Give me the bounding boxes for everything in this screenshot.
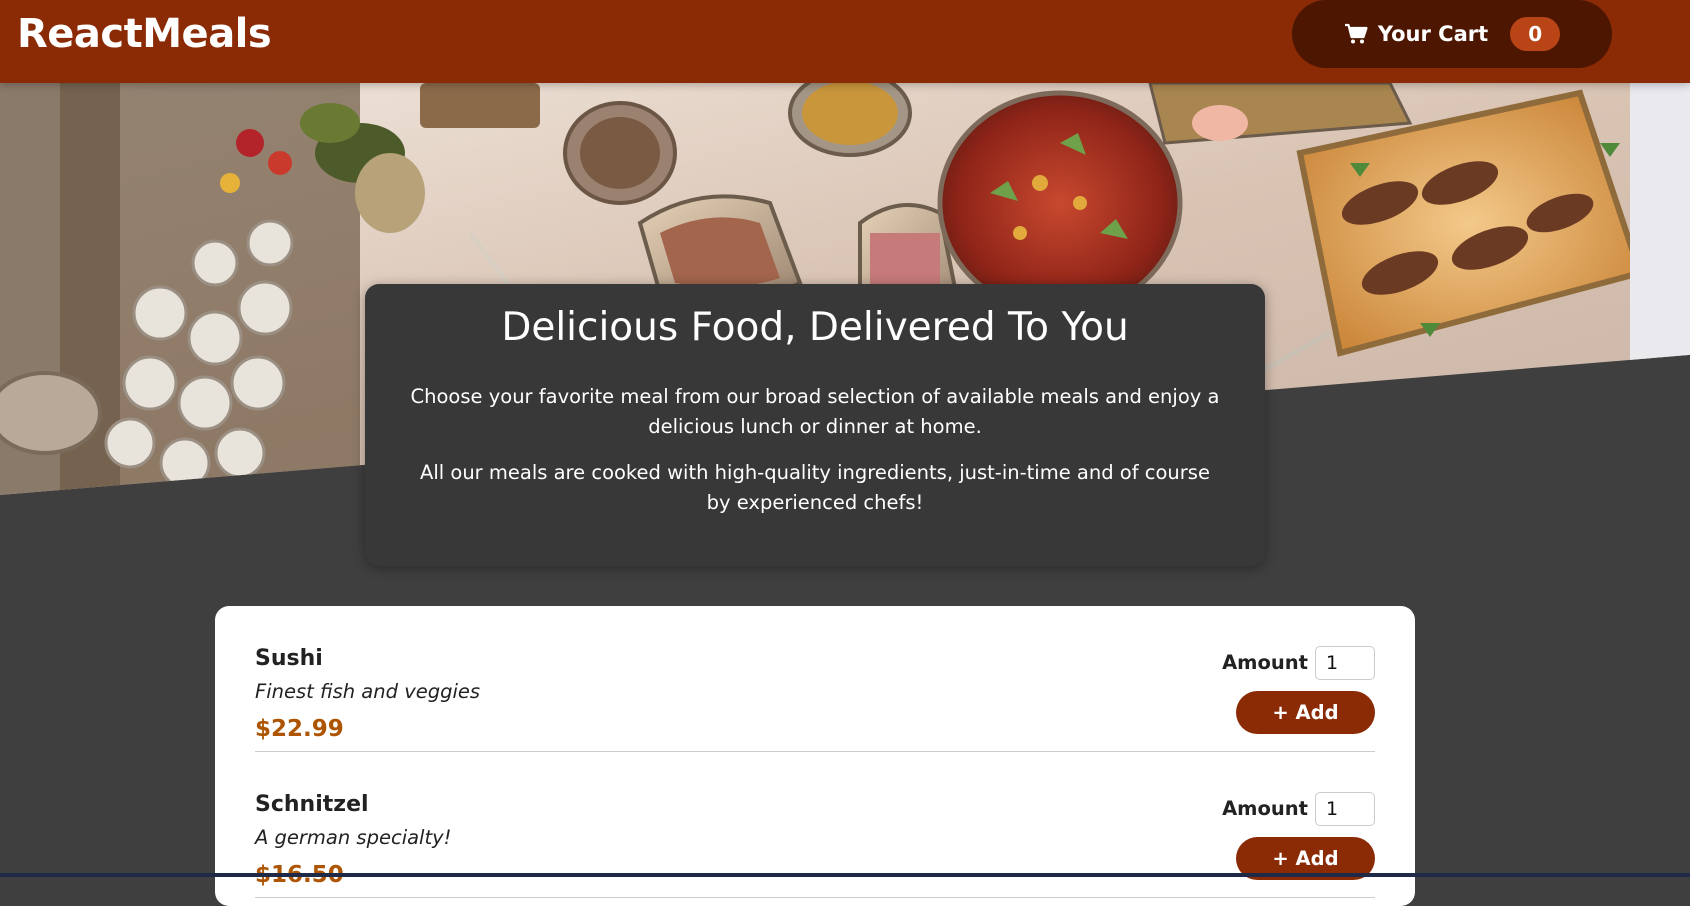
header: ReactMeals Your Cart 0 [0,0,1690,83]
cart-button[interactable]: Your Cart 0 [1292,0,1612,68]
add-button[interactable]: + Add [1236,691,1375,734]
meal-price: $22.99 [255,716,344,742]
meal-name: Sushi [255,646,323,671]
meal-item: Sushi Finest fish and veggies $22.99 Amo… [255,606,1375,752]
amount-input[interactable] [1315,792,1375,826]
cart-label: Your Cart [1377,22,1489,46]
summary-paragraph-1: Choose your favorite meal from our broad… [410,385,1220,438]
summary-paragraph-2: All our meals are cooked with high-quali… [420,461,1210,514]
meal-description: A german specialty! [255,826,452,849]
summary-card: Delicious Food, Delivered To You Choose … [365,284,1265,566]
cart-icon [1344,22,1368,46]
amount-input[interactable] [1315,646,1375,680]
cart-count-badge: 0 [1510,17,1561,51]
window-bottom-edge [0,873,1690,877]
amount-label: Amount [1222,797,1308,820]
summary-title: Delicious Food, Delivered To You [501,305,1129,350]
meals-list: Sushi Finest fish and veggies $22.99 Amo… [215,606,1415,906]
app-logo: ReactMeals [17,11,272,57]
amount-label: Amount [1222,651,1308,674]
meal-description: Finest fish and veggies [255,680,481,703]
meal-name: Schnitzel [255,792,369,817]
